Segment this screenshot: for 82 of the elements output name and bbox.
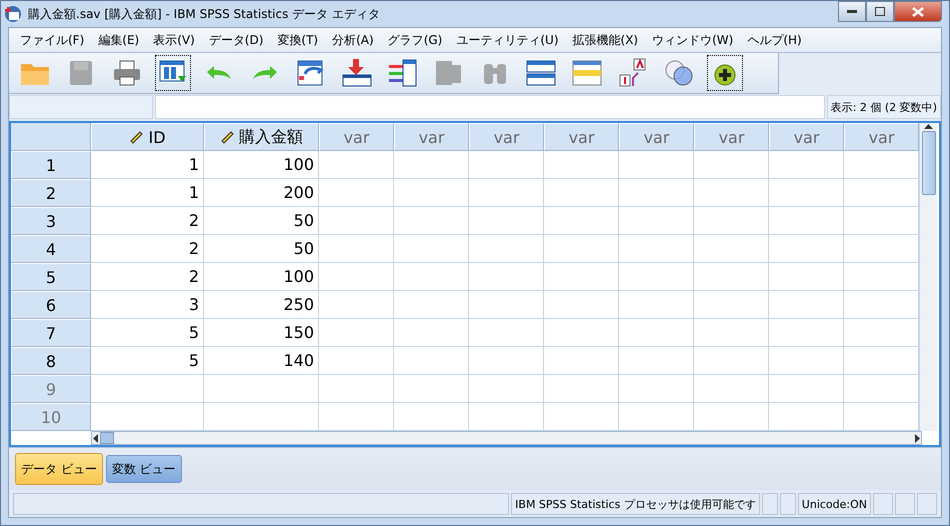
- row-number[interactable]: 6: [11, 291, 91, 319]
- table-cell: 5: [91, 347, 204, 375]
- ruler-icon: [220, 130, 235, 144]
- table-cell: 1: [91, 179, 204, 207]
- app-icon: [4, 5, 22, 23]
- table-cell: 2: [91, 263, 204, 291]
- scroll-left-icon[interactable]: [92, 434, 98, 442]
- window-title: 購入金額.sav [購入金額] - IBM SPSS Statistics データ エディタ: [28, 6, 381, 22]
- split-table-icon: [525, 58, 557, 88]
- horizontal-scrollbar[interactable]: [91, 431, 922, 445]
- table-cell: 2: [91, 207, 204, 235]
- spreadsheet-icon: [571, 58, 603, 88]
- minimize-button[interactable]: [838, 1, 866, 22]
- table-cell: 150: [204, 319, 319, 347]
- column-header[interactable]: var: [694, 123, 769, 151]
- column-header[interactable]: 購入金額: [204, 123, 319, 151]
- printer-icon: [111, 58, 143, 88]
- menu-item[interactable]: ウィンドウ(W): [645, 32, 740, 48]
- view-tab[interactable]: データ ビュー: [15, 453, 103, 485]
- menu-item[interactable]: グラフ(G): [380, 32, 450, 48]
- table-insert-icon: [341, 58, 373, 88]
- table-cell: 140: [204, 347, 319, 375]
- toolbar-button[interactable]: [155, 55, 191, 91]
- table-cell: 50: [204, 207, 319, 235]
- row-number[interactable]: 4: [11, 235, 91, 263]
- menu-item[interactable]: ユーティリティ(U): [449, 32, 566, 48]
- row-number[interactable]: 5: [11, 263, 91, 291]
- menu-item[interactable]: 変換(T): [270, 32, 326, 48]
- row-number[interactable]: 3: [11, 207, 91, 235]
- maximize-icon: [875, 7, 885, 16]
- row-number[interactable]: 2: [11, 179, 91, 207]
- column-header[interactable]: var: [769, 123, 844, 151]
- close-icon: [912, 6, 924, 16]
- menu-item[interactable]: ヘルプ(H): [740, 32, 809, 48]
- menu-item[interactable]: 表示(V): [146, 32, 202, 48]
- status-panel: [917, 493, 937, 515]
- overlapping-circles-icon: [663, 58, 695, 88]
- vertical-scrollbar[interactable]: [919, 123, 937, 431]
- close-button[interactable]: [894, 1, 942, 22]
- status-panel: [762, 493, 778, 515]
- table-cell: 250: [204, 291, 319, 319]
- table-cell: 1: [91, 151, 204, 179]
- column-header[interactable]: var: [469, 123, 544, 151]
- menu-item[interactable]: 分析(A): [325, 32, 381, 48]
- value-field[interactable]: [155, 95, 825, 119]
- column-header[interactable]: var: [844, 123, 919, 151]
- table-columns-icon: [387, 58, 419, 88]
- column-header[interactable]: var: [544, 123, 619, 151]
- menu-item[interactable]: 編集(E): [91, 32, 146, 48]
- status-panel: [780, 493, 796, 515]
- toolbar-button[interactable]: [707, 55, 743, 91]
- column-header[interactable]: var: [619, 123, 694, 151]
- maximize-button[interactable]: [866, 1, 894, 22]
- variable-count: 表示: 2 個 (2 変数中): [826, 95, 941, 119]
- unicode-status: Unicode:ON: [798, 493, 871, 515]
- table-cell: 50: [204, 235, 319, 263]
- row-number[interactable]: 7: [11, 319, 91, 347]
- minimize-icon: [847, 10, 857, 14]
- row-number[interactable]: 1: [11, 151, 91, 179]
- case-field[interactable]: [9, 95, 153, 119]
- menu-item[interactable]: ファイル(F): [13, 32, 92, 48]
- table-cell: 3: [91, 291, 204, 319]
- table-cell: 100: [204, 263, 319, 291]
- table-cell: 100: [204, 151, 319, 179]
- column-header[interactable]: var: [319, 123, 394, 151]
- ruler-icon: [129, 130, 144, 144]
- scrollbar-thumb[interactable]: [922, 131, 936, 195]
- menu-item[interactable]: 拡張機能(X): [566, 32, 646, 48]
- scroll-up-icon[interactable]: [924, 123, 933, 129]
- status-panel: [895, 493, 915, 515]
- menu-item[interactable]: データ(D): [202, 32, 270, 48]
- status-panel: [873, 493, 893, 515]
- column-header[interactable]: var: [394, 123, 469, 151]
- table-cell: 200: [204, 179, 319, 207]
- processor-status: IBM SPSS Statistics プロセッサは使用可能です: [511, 493, 760, 515]
- scroll-right-icon[interactable]: [915, 434, 921, 442]
- row-number[interactable]: 8: [11, 347, 91, 375]
- column-header[interactable]: ID: [91, 123, 204, 151]
- view-tab[interactable]: 変数 ビュー: [106, 455, 182, 483]
- scrollbar-thumb[interactable]: [100, 432, 114, 444]
- table-cell: 5: [91, 319, 204, 347]
- table-cell: 2: [91, 235, 204, 263]
